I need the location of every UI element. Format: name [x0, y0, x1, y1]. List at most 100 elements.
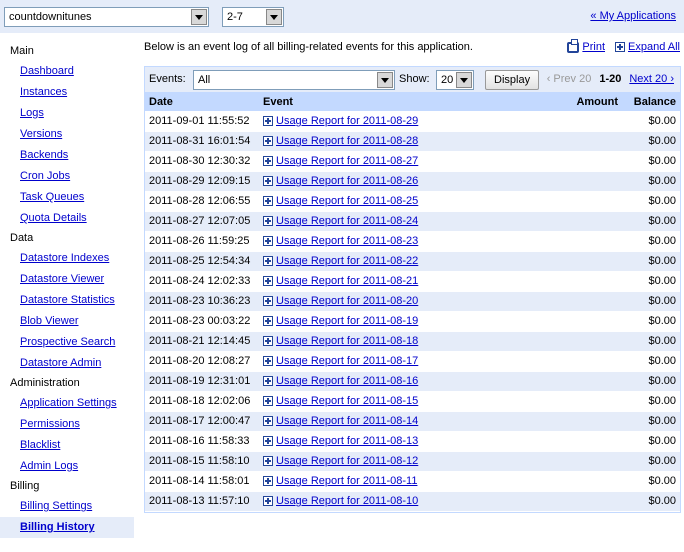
events-select[interactable]: All	[193, 70, 395, 90]
sidebar-item-datastore-admin[interactable]: Datastore Admin	[0, 353, 134, 374]
event-link[interactable]: Usage Report for 2011-08-10	[276, 495, 418, 507]
sidebar-item-quota-details[interactable]: Quota Details	[0, 208, 134, 229]
sidebar-item-billing-settings[interactable]: Billing Settings	[0, 496, 134, 517]
nav-heading: Main	[10, 45, 34, 57]
event-link[interactable]: Usage Report for 2011-08-18	[276, 335, 418, 347]
chevron-down-icon[interactable]	[191, 9, 207, 25]
expand-row-icon[interactable]	[263, 496, 273, 506]
cell-amount	[552, 111, 622, 132]
cell-event: Usage Report for 2011-08-16	[259, 371, 552, 392]
sidebar-item-blacklist[interactable]: Blacklist	[0, 435, 134, 456]
expand-all-link[interactable]: Expand All	[615, 41, 680, 53]
page-range: 1-20	[599, 73, 622, 85]
sidebar-item-instances[interactable]: Instances	[0, 82, 134, 103]
cell-date: 2011-08-14 11:58:01	[145, 471, 259, 492]
expand-row-icon[interactable]	[263, 376, 273, 386]
nav-heading: Administration	[10, 377, 80, 389]
filter-controls: Events: All Show: 20 Display ‹ Prev 20 1…	[145, 67, 680, 92]
expand-row-icon[interactable]	[263, 236, 273, 246]
event-link[interactable]: Usage Report for 2011-08-24	[276, 215, 418, 227]
sidebar-item-datastore-viewer[interactable]: Datastore Viewer	[0, 269, 134, 290]
cell-event: Usage Report for 2011-08-23	[259, 231, 552, 252]
cell-balance: $0.00	[622, 251, 680, 272]
event-link[interactable]: Usage Report for 2011-08-21	[276, 275, 418, 287]
expand-row-icon[interactable]	[263, 396, 273, 406]
event-link[interactable]: Usage Report for 2011-08-13	[276, 435, 418, 447]
sidebar-item-permissions[interactable]: Permissions	[0, 414, 134, 435]
table-row: 2011-08-23 00:03:22 Usage Report for 2011…	[145, 311, 680, 332]
app-select[interactable]: countdownitunes	[4, 7, 209, 27]
expand-row-icon[interactable]	[263, 256, 273, 266]
event-link[interactable]: Usage Report for 2011-08-28	[276, 135, 418, 147]
expand-row-icon[interactable]	[263, 356, 273, 366]
sidebar-item-cron-jobs[interactable]: Cron Jobs	[0, 166, 134, 187]
cell-event: Usage Report for 2011-08-19	[259, 311, 552, 332]
sidebar-item-datastore-statistics[interactable]: Datastore Statistics	[0, 290, 134, 311]
show-select[interactable]: 20	[436, 70, 474, 90]
event-link[interactable]: Usage Report for 2011-08-19	[276, 315, 418, 327]
col-amount: Amount	[552, 92, 622, 111]
print-link[interactable]: Print	[567, 38, 605, 53]
cell-event: Usage Report for 2011-08-14	[259, 411, 552, 432]
cell-balance: $0.00	[622, 331, 680, 352]
chevron-down-icon[interactable]	[456, 72, 472, 88]
sidebar-item-application-settings[interactable]: Application Settings	[0, 393, 134, 414]
table-row: 2011-08-18 12:02:06 Usage Report for 2011…	[145, 391, 680, 412]
sidebar-item-prospective-search[interactable]: Prospective Search	[0, 332, 134, 353]
cell-date: 2011-08-26 11:59:25	[145, 231, 259, 252]
event-link[interactable]: Usage Report for 2011-08-26	[276, 175, 418, 187]
next-page-link[interactable]: Next 20 ›	[629, 73, 674, 85]
expand-row-icon[interactable]	[263, 276, 273, 286]
event-link[interactable]: Usage Report for 2011-08-20	[276, 295, 418, 307]
expand-row-icon[interactable]	[263, 416, 273, 426]
expand-row-icon[interactable]	[263, 336, 273, 346]
event-link[interactable]: Usage Report for 2011-08-16	[276, 375, 418, 387]
expand-row-icon[interactable]	[263, 115, 273, 126]
cell-date: 2011-08-24 12:02:33	[145, 271, 259, 292]
event-link[interactable]: Usage Report for 2011-08-14	[276, 415, 418, 427]
version-select[interactable]: 2-7	[222, 7, 284, 27]
cell-event: Usage Report for 2011-08-15	[259, 391, 552, 412]
expand-row-icon[interactable]	[263, 136, 273, 146]
event-link[interactable]: Usage Report for 2011-08-15	[276, 395, 418, 407]
sidebar-item-versions[interactable]: Versions	[0, 124, 134, 145]
expand-row-icon[interactable]	[263, 156, 273, 166]
expand-row-icon[interactable]	[263, 216, 273, 226]
event-link[interactable]: Usage Report for 2011-08-17	[276, 355, 418, 367]
sidebar-item-billing-history[interactable]: Billing History	[0, 517, 134, 538]
show-select-value: 20	[441, 74, 454, 86]
nav-section: Data Datastore Indexes Datastore Viewer Dat…	[0, 229, 134, 374]
cell-amount	[552, 251, 622, 272]
sidebar-item-logs[interactable]: Logs	[0, 103, 134, 124]
expand-row-icon[interactable]	[263, 476, 273, 486]
table-row: 2011-08-21 12:14:45 Usage Report for 2011…	[145, 331, 680, 352]
sidebar-item-datastore-indexes[interactable]: Datastore Indexes	[0, 248, 134, 269]
event-link[interactable]: Usage Report for 2011-08-27	[276, 155, 418, 167]
expand-row-icon[interactable]	[263, 176, 273, 186]
cell-date: 2011-08-15 11:58:10	[145, 451, 259, 472]
cell-date: 2011-08-16 11:58:33	[145, 431, 259, 452]
event-link[interactable]: Usage Report for 2011-08-25	[276, 195, 418, 207]
expand-row-icon[interactable]	[263, 456, 273, 466]
event-link[interactable]: Usage Report for 2011-08-12	[276, 455, 418, 467]
event-link[interactable]: Usage Report for 2011-08-11	[276, 475, 417, 487]
sidebar-item-backends[interactable]: Backends	[0, 145, 134, 166]
cell-event: Usage Report for 2011-08-28	[259, 131, 552, 152]
expand-row-icon[interactable]	[263, 316, 273, 326]
event-link[interactable]: Usage Report for 2011-08-22	[276, 255, 418, 267]
expand-row-icon[interactable]	[263, 196, 273, 206]
display-button[interactable]: Display	[485, 70, 540, 90]
expand-row-icon[interactable]	[263, 436, 273, 446]
sidebar-item-admin-logs[interactable]: Admin Logs	[0, 456, 134, 477]
sidebar-item-task-queues[interactable]: Task Queues	[0, 187, 134, 208]
chevron-down-icon[interactable]	[377, 72, 393, 88]
event-link[interactable]: Usage Report for 2011-08-23	[276, 235, 418, 247]
expand-row-icon[interactable]	[263, 296, 273, 306]
my-applications-link[interactable]: « My Applications	[590, 10, 676, 22]
chevron-down-icon[interactable]	[266, 9, 282, 25]
sidebar-item-blob-viewer[interactable]: Blob Viewer	[0, 311, 134, 332]
cell-date: 2011-08-13 11:57:10	[145, 491, 259, 512]
cell-balance: $0.00	[622, 311, 680, 332]
sidebar-item-dashboard[interactable]: Dashboard	[0, 61, 134, 82]
event-link[interactable]: Usage Report for 2011-08-29	[276, 115, 418, 127]
